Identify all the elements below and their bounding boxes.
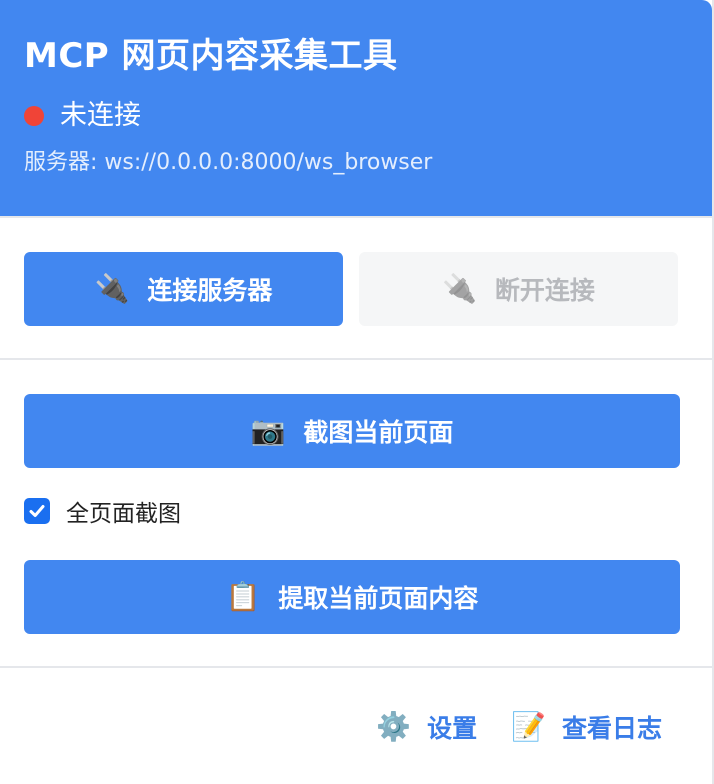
memo-icon: 📝 — [511, 710, 546, 743]
full-page-label: 全页面截图 — [66, 501, 181, 527]
disconnect-button[interactable]: 🔌 断开连接 — [359, 252, 678, 326]
full-page-checkbox[interactable] — [24, 498, 50, 524]
checkmark-icon — [29, 505, 45, 517]
view-logs-link[interactable]: 📝 查看日志 — [511, 709, 662, 745]
app-title: MCP 网页内容采集工具 — [24, 36, 398, 76]
server-address: 服务器: ws://0.0.0.0:8000/ws_browser — [24, 150, 433, 175]
gear-icon: ⚙️ — [376, 710, 412, 743]
connection-status: 未连接 — [24, 98, 688, 134]
status-dot-icon — [24, 106, 44, 126]
camera-icon: 📷 — [250, 414, 286, 447]
footer: ⚙️ 设置 📝 查看日志 — [0, 668, 712, 758]
header: MCP 网页内容采集工具 未连接 服务器: ws://0.0.0.0:8000/… — [0, 0, 712, 216]
plug-icon: 🔌 — [94, 272, 130, 305]
full-page-option: 全页面截图 — [24, 496, 678, 527]
connection-buttons: 🔌 连接服务器 🔌 断开连接 — [24, 218, 678, 358]
screenshot-page-button[interactable]: 📷 截图当前页面 — [24, 394, 680, 468]
settings-label: 设置 — [427, 714, 478, 743]
extract-content-label: 提取当前页面内容 — [278, 584, 479, 613]
settings-link[interactable]: ⚙️ 设置 — [376, 709, 477, 745]
view-logs-label: 查看日志 — [561, 714, 662, 743]
extension-popup: MCP 网页内容采集工具 未连接 服务器: ws://0.0.0.0:8000/… — [0, 0, 714, 784]
screenshot-page-label: 截图当前页面 — [303, 418, 454, 447]
clipboard-icon: 📋 — [225, 580, 261, 613]
extract-content-button[interactable]: 📋 提取当前页面内容 — [24, 560, 680, 634]
connect-server-label: 连接服务器 — [147, 276, 273, 305]
status-text: 未连接 — [60, 100, 141, 131]
connect-server-button[interactable]: 🔌 连接服务器 — [24, 252, 343, 326]
plug-icon: 🔌 — [442, 272, 477, 305]
disconnect-label: 断开连接 — [494, 276, 595, 305]
